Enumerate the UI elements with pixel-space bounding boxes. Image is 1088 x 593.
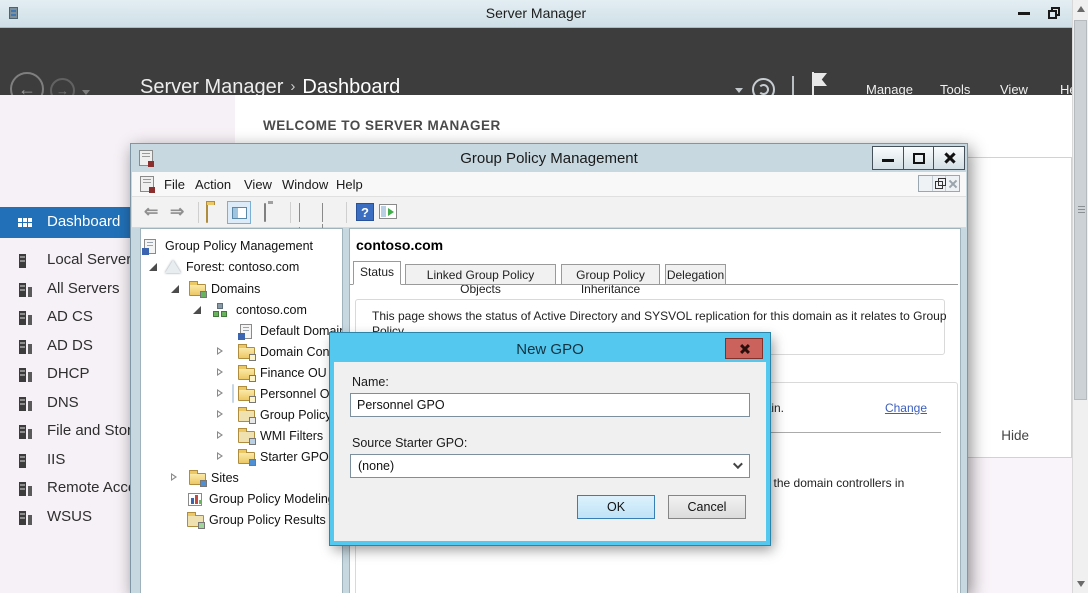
tree-selection-highlight [232,384,234,403]
screen: Server Manager ← → Server Manager›Dashbo… [0,0,1088,593]
window-title: Server Manager [0,5,1072,21]
chevron-down-icon [733,459,743,469]
all-servers-icon [17,282,33,298]
dialog-title: New GPO [334,341,766,358]
collapsed-icon[interactable] [217,410,223,418]
starter-gpos-folder-icon [238,450,255,465]
tab-delegation[interactable]: Delegation [665,264,726,285]
gpm-window-controls [872,146,965,170]
ou-folder-icon [238,366,255,381]
forest-icon [165,260,182,275]
dns-icon [17,396,33,412]
help-icon[interactable]: ? [356,203,374,221]
expanded-icon[interactable] [171,285,179,293]
source-starter-gpo-label: Source Starter GPO: [352,436,467,450]
up-one-level-icon[interactable] [206,205,208,223]
scrollbar-thumb[interactable] [1074,20,1087,400]
dialog-titlebar[interactable]: New GPO [334,337,766,362]
console-child-controls [918,175,960,192]
gpo-icon [239,324,256,339]
remote-access-icon [17,481,33,497]
child-close-icon[interactable] [946,176,959,191]
gpm-menu-help[interactable]: Help [336,177,363,192]
dhcp-icon [17,367,33,383]
child-restore-icon[interactable] [933,176,947,191]
gpm-maximize-icon[interactable] [904,147,935,169]
toolbar-divider [198,202,199,223]
tab-strip-line [350,284,958,285]
domain-icon [213,303,230,318]
wsus-icon [17,510,33,526]
collapsed-icon[interactable] [217,368,223,376]
gpm-console-icon [143,239,160,254]
sites-folder-icon [189,471,206,486]
ad-cs-icon [17,310,33,326]
collapsed-icon[interactable] [217,389,223,397]
gp-modeling-icon [187,492,204,507]
console-child-icon [140,176,154,192]
gpm-menu-window[interactable]: Window [282,177,328,192]
local-server-icon [17,253,33,269]
tab-status[interactable]: Status [353,261,401,285]
tab-linked-gpos[interactable]: Linked Group Policy Objects [405,264,556,285]
clipboard-icon[interactable] [264,204,266,222]
new-gpo-dialog: New GPO Name: Source Starter GPO: (none)… [330,333,770,545]
expanded-icon[interactable] [193,306,201,314]
gpm-close-icon[interactable] [934,147,964,169]
notifications-caret-icon[interactable] [735,88,743,93]
ok-button[interactable]: OK [577,495,655,519]
name-label: Name: [352,375,389,389]
gpm-menu-file[interactable]: File [164,177,185,192]
server-manager-navbar: ← → Server Manager›Dashboard Manage Tool… [0,28,1072,95]
welcome-heading: WELCOME TO SERVER MANAGER [263,118,501,133]
ad-ds-icon [17,339,33,355]
gpm-minimize-icon[interactable] [873,147,904,169]
domains-folder-icon [189,282,206,297]
dialog-close-icon[interactable] [725,338,763,359]
back-icon[interactable]: ⇐ [144,202,158,222]
toolbar-divider [290,202,291,223]
expanded-icon[interactable] [149,263,157,271]
cancel-button[interactable]: Cancel [668,495,746,519]
gpm-toolbar: ⇐ ⇒ ? [132,197,966,228]
collapsed-icon[interactable] [217,431,223,439]
domain-heading: contoso.com [356,237,443,253]
tab-gp-inheritance[interactable]: Group Policy Inheritance [561,264,660,285]
gp-results-folder-icon [187,513,204,528]
scroll-up-icon[interactable] [1077,6,1085,12]
show-window-icon[interactable] [379,204,397,219]
collapsed-icon[interactable] [217,452,223,460]
selected-option: (none) [358,459,394,473]
scrollbar-grip [1078,206,1085,207]
child-minimize-icon[interactable] [919,176,933,191]
gpm-tree-pane: Group Policy Management Forest: contoso.… [140,228,343,593]
forward-icon[interactable]: ⇒ [170,202,184,222]
collapsed-icon[interactable] [217,347,223,355]
ou-folder-icon [238,345,255,360]
gpm-menu-action[interactable]: Action [195,177,231,192]
hide-link[interactable]: Hide [1001,428,1029,443]
gpm-titlebar[interactable]: Group Policy Management [131,144,967,172]
collapsed-icon[interactable] [171,473,177,481]
gpo-folder-icon [238,408,255,423]
iis-icon [17,453,33,469]
breadcrumb-separator: › [283,78,302,95]
server-manager-titlebar: Server Manager [0,0,1072,28]
show-console-tree-icon[interactable] [227,201,251,224]
gpo-name-input[interactable] [350,393,750,417]
source-starter-gpo-select[interactable]: (none) [350,454,750,478]
gpm-menubar: File Action View Window Help [132,172,966,197]
dashboard-grid-icon [17,215,33,231]
file-storage-icon [17,424,33,440]
restore-icon[interactable] [1040,2,1068,25]
ou-folder-icon [238,387,255,402]
scroll-down-icon[interactable] [1077,581,1085,587]
wmi-filters-folder-icon [238,429,255,444]
gpm-window-title: Group Policy Management [131,150,967,167]
vertical-scrollbar[interactable] [1072,0,1088,593]
minimize-icon[interactable] [1010,2,1038,25]
change-link[interactable]: Change [885,401,927,415]
gpm-menu-view[interactable]: View [244,177,272,192]
toolbar-divider [346,202,347,223]
